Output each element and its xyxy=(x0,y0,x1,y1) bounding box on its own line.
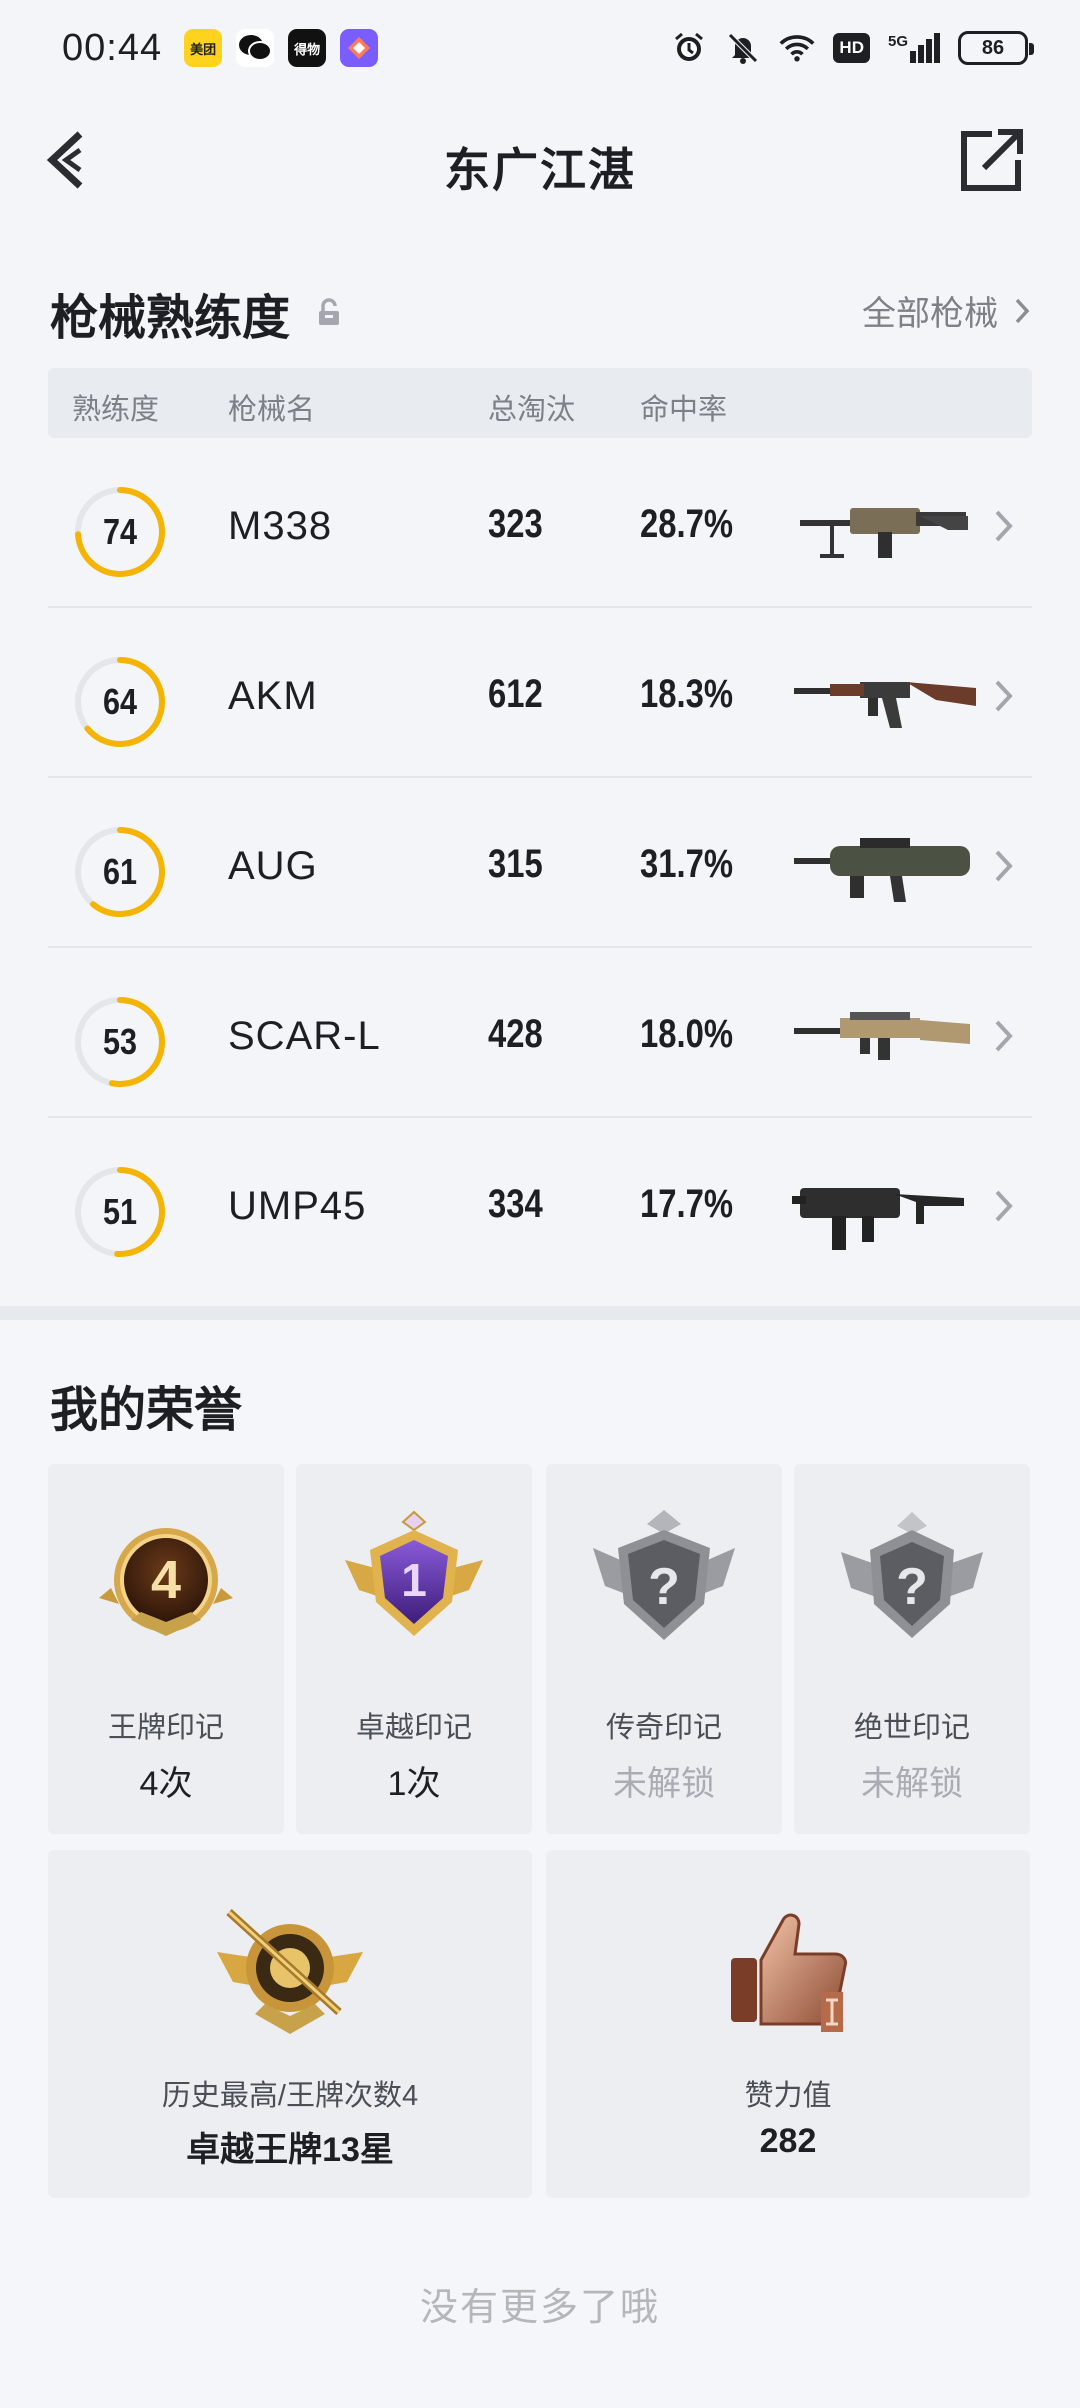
weapon-row[interactable]: 64 AKM 612 18.3% xyxy=(48,608,1032,778)
honor-card-excellence[interactable]: 1 卓越印记 1次 xyxy=(296,1464,532,1834)
notification-app-icons: 美团 得物 xyxy=(184,29,392,67)
shortcut-app-icon xyxy=(340,29,379,67)
honor-label: 卓越印记 xyxy=(355,1712,472,1744)
weapon-image xyxy=(794,1012,970,1060)
excellence-mark-badge-icon: 1 xyxy=(345,1510,483,1636)
share-icon xyxy=(961,129,1023,191)
no-more-footer: 没有更多了哦 xyxy=(419,2287,660,2329)
status-bar: 00:44 美团 得物 HD 5G 86 xyxy=(0,0,1080,96)
honor-label: 历史最高/王牌次数4 xyxy=(161,2080,419,2112)
meituan-app-icon: 美团 xyxy=(184,29,223,67)
peerless-badge-mark: ? xyxy=(896,1558,928,1616)
proficiency-value: 74 xyxy=(102,511,138,552)
honor-label: 赞力值 xyxy=(744,2080,832,2112)
weapons-table-header: 熟练度 枪械名 总淘汰 命中率 xyxy=(48,368,1032,438)
network-type: 5G xyxy=(887,33,908,50)
weapon-eliminations: 612 xyxy=(488,672,543,716)
all-weapons-link[interactable]: 全部枪械 xyxy=(862,286,1030,335)
chevron-right-icon xyxy=(995,850,1013,882)
nav-bar: 东广江湛 xyxy=(0,110,1080,210)
legend-badge-mark: ? xyxy=(648,1558,680,1616)
weapon-eliminations: 323 xyxy=(488,502,543,546)
weapons-section-title: 枪械熟练度 xyxy=(50,278,342,348)
proficiency-value: 53 xyxy=(102,1021,138,1062)
weapon-eliminations: 334 xyxy=(488,1182,543,1226)
honor-value: 未解锁 xyxy=(613,1765,715,1803)
weapon-row[interactable]: 61 AUG 315 31.7% xyxy=(48,778,1032,948)
col-weapon-name: 枪械名 xyxy=(228,394,316,426)
weapon-row[interactable]: 74 M338 323 28.7% xyxy=(48,438,1032,608)
all-weapons-text: 全部枪械 xyxy=(862,295,998,333)
weapon-image xyxy=(792,1188,964,1250)
honor-card-ace[interactable]: 4 王牌印记 4次 xyxy=(48,1464,284,1834)
hd-indicator: HD xyxy=(833,33,870,63)
honor-label: 王牌印记 xyxy=(107,1712,224,1744)
col-hit-rate: 命中率 xyxy=(640,394,728,426)
wechat-app-icon xyxy=(236,29,275,67)
honor-label: 传奇印记 xyxy=(605,1712,722,1744)
signal-icon: 5G xyxy=(888,33,940,63)
weapon-eliminations: 315 xyxy=(488,842,543,886)
dewu-app-icon: 得物 xyxy=(288,29,327,67)
chevron-right-icon xyxy=(995,510,1013,542)
ace-rank-crest-icon xyxy=(217,1909,363,2034)
proficiency-value: 61 xyxy=(102,851,138,892)
proficiency-value: 64 xyxy=(102,681,138,722)
honor-card-peerless[interactable]: ? 绝世印记 未解锁 xyxy=(794,1464,1030,1834)
weapon-name: AKM xyxy=(228,674,318,718)
battery-level: 86 xyxy=(981,36,1005,59)
weapons-title-text: 枪械熟练度 xyxy=(50,292,291,345)
battery-icon: 86 xyxy=(958,31,1034,65)
share-button[interactable] xyxy=(954,124,1028,198)
honor-value: 未解锁 xyxy=(861,1765,963,1803)
ace-mark-badge-icon: 4 xyxy=(99,1528,233,1636)
mute-bell-icon xyxy=(725,30,761,66)
alarm-icon xyxy=(671,30,707,66)
chevron-right-icon xyxy=(995,1190,1013,1222)
chevron-right-icon xyxy=(995,680,1013,712)
weapon-hit-rate: 17.7% xyxy=(640,1182,734,1226)
page-title: 东广江湛 xyxy=(444,144,636,196)
honor-value: 282 xyxy=(759,2122,817,2160)
weapon-name: M338 xyxy=(228,504,333,548)
weapon-name: AUG xyxy=(228,844,318,888)
weapons-section-header: 枪械熟练度 全部枪械 xyxy=(50,278,1030,348)
status-indicators: HD 5G 86 xyxy=(671,30,1034,66)
likes-card[interactable]: 赞力值 282 xyxy=(546,1850,1030,2198)
weapon-image xyxy=(794,682,976,728)
honors-section-title: 我的荣誉 xyxy=(50,1384,243,1437)
chevron-right-icon xyxy=(995,1020,1013,1052)
weapon-name: UMP45 xyxy=(228,1184,367,1228)
proficiency-value: 51 xyxy=(102,1191,138,1232)
chevron-right-icon xyxy=(1015,298,1030,323)
ace-badge-number: 4 xyxy=(151,1550,181,1610)
legend-mark-locked-badge-icon: ? xyxy=(593,1510,735,1640)
highest-rank-card[interactable]: 历史最高/王牌次数4 卓越王牌13星 xyxy=(48,1850,532,2198)
weapon-image xyxy=(794,838,970,902)
weapon-name: SCAR-L xyxy=(228,1014,381,1058)
weapon-hit-rate: 31.7% xyxy=(640,842,734,886)
honor-card-legend[interactable]: ? 传奇印记 未解锁 xyxy=(546,1464,782,1834)
weapon-hit-rate: 18.0% xyxy=(640,1012,734,1056)
honor-value: 1次 xyxy=(387,1765,441,1803)
status-time: 00:44 xyxy=(62,26,163,69)
excellence-badge-number: 1 xyxy=(401,1554,427,1606)
weapon-hit-rate: 28.7% xyxy=(640,502,734,546)
col-eliminations: 总淘汰 xyxy=(488,394,576,426)
honor-value: 卓越王牌13星 xyxy=(186,2131,394,2169)
thumbs-up-icon xyxy=(731,1913,847,2032)
weapon-row[interactable]: 51 UMP45 334 17.7% xyxy=(48,1118,1032,1288)
weapon-image xyxy=(800,508,968,558)
section-divider xyxy=(0,1306,1080,1320)
unlock-icon[interactable] xyxy=(316,298,342,328)
col-proficiency: 熟练度 xyxy=(72,394,160,426)
peerless-mark-locked-badge-icon: ? xyxy=(841,1512,983,1638)
weapon-hit-rate: 18.3% xyxy=(640,672,734,716)
honor-value: 4次 xyxy=(139,1765,193,1803)
weapon-row[interactable]: 53 SCAR-L 428 18.0% xyxy=(48,948,1032,1118)
honors-section-header: 我的荣誉 xyxy=(50,1370,1030,1440)
weapon-eliminations: 428 xyxy=(488,1012,543,1056)
wifi-icon xyxy=(779,30,815,66)
honor-label: 绝世印记 xyxy=(853,1712,970,1744)
